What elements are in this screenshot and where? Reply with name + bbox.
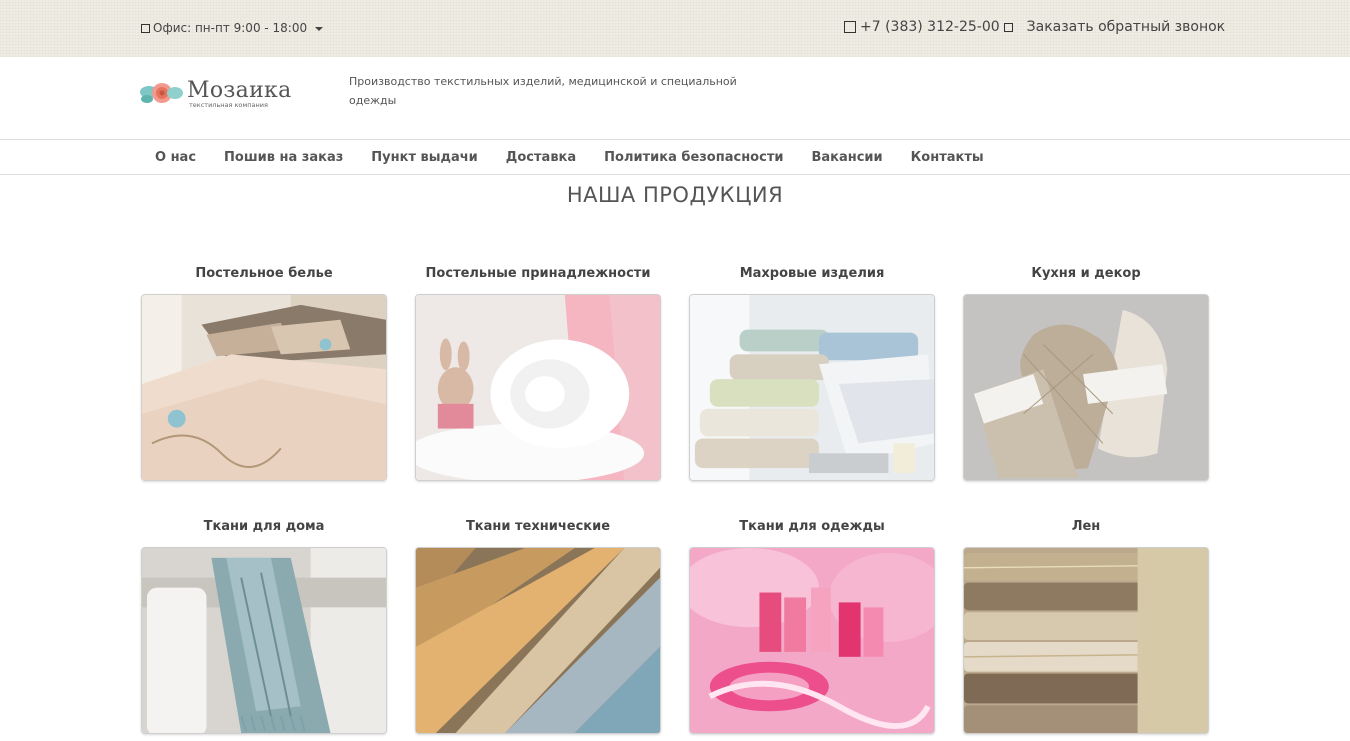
nav-item-vacancies[interactable]: Вакансии bbox=[797, 150, 896, 165]
main-nav: О нас Пошив на заказ Пункт выдачи Достав… bbox=[0, 140, 1350, 175]
callback-icon bbox=[1003, 22, 1013, 32]
product-card-terry-towels[interactable]: Махровые изделия bbox=[689, 263, 935, 481]
office-hours-text: Офис: пн-пт 9:00 - 18:00 bbox=[153, 21, 308, 35]
clothing-fabric-threads-photo[interactable] bbox=[689, 547, 935, 734]
top-bar: Офис: пн-пт 9:00 - 18:00 +7 (383) 312-25… bbox=[0, 0, 1350, 57]
logo-flower-icon bbox=[139, 79, 185, 109]
nav-item-custom-sewing[interactable]: Пошив на заказ bbox=[210, 150, 357, 165]
product-card-bed-linen[interactable]: Постельное белье bbox=[141, 263, 387, 481]
linen-fabric-photo[interactable] bbox=[963, 547, 1209, 734]
office-hours-dropdown[interactable]: Офис: пн-пт 9:00 - 18:00 bbox=[141, 21, 324, 35]
contact-block: +7 (383) 312-25-00 Заказать обратный зво… bbox=[844, 19, 1225, 35]
site-header: Мозаика текстильная компания Производств… bbox=[0, 57, 1350, 140]
nav-item-about[interactable]: О нас bbox=[141, 150, 210, 165]
product-title: Ткани технические bbox=[465, 519, 611, 534]
nav-item-contacts[interactable]: Контакты bbox=[897, 150, 998, 165]
logo[interactable]: Мозаика текстильная компания bbox=[139, 79, 292, 109]
bedding-accessories-photo[interactable] bbox=[415, 294, 661, 481]
logo-subtitle: текстильная компания bbox=[189, 100, 268, 109]
product-title: Лен bbox=[1071, 519, 1101, 534]
phone-number[interactable]: +7 (383) 312-25-00 bbox=[860, 19, 1000, 35]
kitchen-mitt-photo[interactable] bbox=[963, 294, 1209, 481]
product-card-kitchen-decor[interactable]: Кухня и декор bbox=[963, 263, 1209, 481]
section-title: НАША ПРОДУКЦИЯ bbox=[566, 183, 784, 207]
chevron-down-icon bbox=[315, 27, 324, 31]
product-card-clothing-fabrics[interactable]: Ткани для одежды bbox=[689, 516, 935, 734]
clock-icon bbox=[141, 23, 150, 33]
product-title: Постельные принадлежности bbox=[425, 266, 651, 281]
home-fabric-throw-photo[interactable] bbox=[141, 547, 387, 734]
product-title: Ткани для одежды bbox=[739, 519, 885, 534]
bed-linen-photo[interactable] bbox=[141, 294, 387, 481]
product-card-linen[interactable]: Лен bbox=[963, 516, 1209, 734]
nav-item-pickup-point[interactable]: Пункт выдачи bbox=[357, 150, 492, 165]
product-title: Постельное белье bbox=[195, 266, 333, 281]
technical-fabrics-photo[interactable] bbox=[415, 547, 661, 734]
nav-item-privacy-policy[interactable]: Политика безопасности bbox=[590, 150, 797, 165]
logo-name: Мозаика bbox=[187, 77, 292, 103]
product-card-bedding-accessories[interactable]: Постельные принадлежности bbox=[415, 263, 661, 481]
product-title: Кухня и декор bbox=[1031, 266, 1141, 281]
product-title: Ткани для дома bbox=[203, 519, 325, 534]
tagline: Производство текстильных изделий, медици… bbox=[349, 75, 737, 107]
callback-link[interactable]: Заказать обратный звонок bbox=[1027, 19, 1225, 35]
product-card-technical-fabrics[interactable]: Ткани технические bbox=[415, 516, 661, 734]
product-title: Махровые изделия bbox=[739, 266, 885, 281]
phone-icon bbox=[844, 21, 856, 33]
terry-towels-photo[interactable] bbox=[689, 294, 935, 481]
product-card-home-fabrics[interactable]: Ткани для дома bbox=[141, 516, 387, 734]
nav-item-delivery[interactable]: Доставка bbox=[492, 150, 590, 165]
